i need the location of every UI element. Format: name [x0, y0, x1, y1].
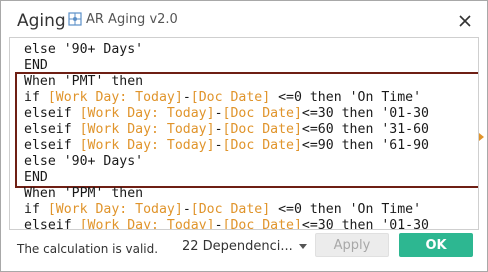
code-token: <=0 then 'On Time' [270, 90, 422, 105]
code-token: When 'PPM' then [24, 186, 144, 201]
dependencies-dropdown[interactable]: 22 Dependenci... [182, 239, 307, 254]
code-token: When 'PMT' then [24, 74, 144, 89]
code-token: - [182, 202, 191, 217]
code-token: elseif [24, 218, 80, 230]
code-token: else '90+ Days' [24, 42, 144, 57]
code-token: END [24, 58, 48, 73]
dialog-title: Aging [17, 11, 66, 31]
field-reference: [Work Day: Today] [47, 202, 183, 217]
field-reference: [Work Day: Today] [79, 106, 215, 121]
field-reference: [Doc Date] [222, 138, 302, 153]
collapse-arrow-icon[interactable] [479, 133, 484, 141]
code-token: if [24, 202, 48, 217]
code-token: - [214, 218, 223, 230]
code-line: END [24, 58, 48, 74]
code-token: elseif [24, 122, 80, 137]
code-token: <=30 then '01-30 [301, 218, 429, 230]
field-reference: [Doc Date] [190, 90, 271, 105]
code-line: elseif [Work Day: Today]-[Doc Date]<=60 … [24, 122, 429, 138]
code-token: <=30 then '01-30 [301, 106, 429, 121]
dependencies-label: 22 Dependenci... [182, 239, 293, 254]
code-token: elseif [24, 106, 80, 121]
field-reference: [Work Day: Today] [79, 138, 215, 153]
field-reference: [Work Day: Today] [47, 90, 183, 105]
code-token: <=90 then '61-90 [301, 138, 429, 153]
code-token: if [24, 90, 48, 105]
code-line: elseif [Work Day: Today]-[Doc Date]<=30 … [24, 218, 429, 230]
field-reference: [Work Day: Today] [79, 122, 215, 137]
code-line: When 'PMT' then [24, 74, 143, 90]
validation-status: The calculation is valid. [17, 242, 159, 256]
close-icon[interactable] [457, 13, 473, 29]
datasource-icon [68, 12, 82, 26]
field-reference: [Doc Date] [222, 218, 302, 230]
code-token: END [24, 170, 48, 185]
code-token: else '90+ Days' [24, 154, 144, 169]
field-reference: [Work Day: Today] [79, 218, 215, 230]
apply-button[interactable]: Apply [315, 233, 389, 257]
code-line: if [Work Day: Today]-[Doc Date] <=0 then… [24, 202, 421, 218]
code-line: else '90+ Days' [24, 154, 143, 170]
code-token: - [214, 138, 223, 153]
code-token: <=60 then '31-60 [301, 122, 429, 137]
code-line: elseif [Work Day: Today]-[Doc Date]<=90 … [24, 138, 429, 154]
ok-button[interactable]: OK [399, 233, 473, 257]
code-line: if [Work Day: Today]-[Doc Date] <=0 then… [24, 90, 421, 106]
chevron-down-icon [298, 244, 307, 249]
code-token: elseif [24, 138, 80, 153]
formula-editor[interactable]: else '90+ Days' END When 'PMT' then if [Wor… [9, 37, 479, 230]
field-reference: [Doc Date] [190, 202, 271, 217]
field-reference: [Doc Date] [222, 122, 302, 137]
datasource-label: AR Aging v2.0 [86, 12, 178, 27]
field-reference: [Doc Date] [222, 106, 302, 121]
code-line: else '90+ Days' [24, 42, 143, 58]
code-line: When 'PPM' then [24, 186, 143, 202]
code-token: - [214, 122, 223, 137]
code-token: - [182, 90, 191, 105]
calculation-dialog: Aging AR Aging v2.0 else '90+ Days' END Wh… [0, 0, 488, 272]
code-line: elseif [Work Day: Today]-[Doc Date]<=30 … [24, 106, 429, 122]
code-token: <=0 then 'On Time' [270, 202, 422, 217]
code-line: END [24, 170, 48, 186]
code-token: - [214, 106, 223, 121]
